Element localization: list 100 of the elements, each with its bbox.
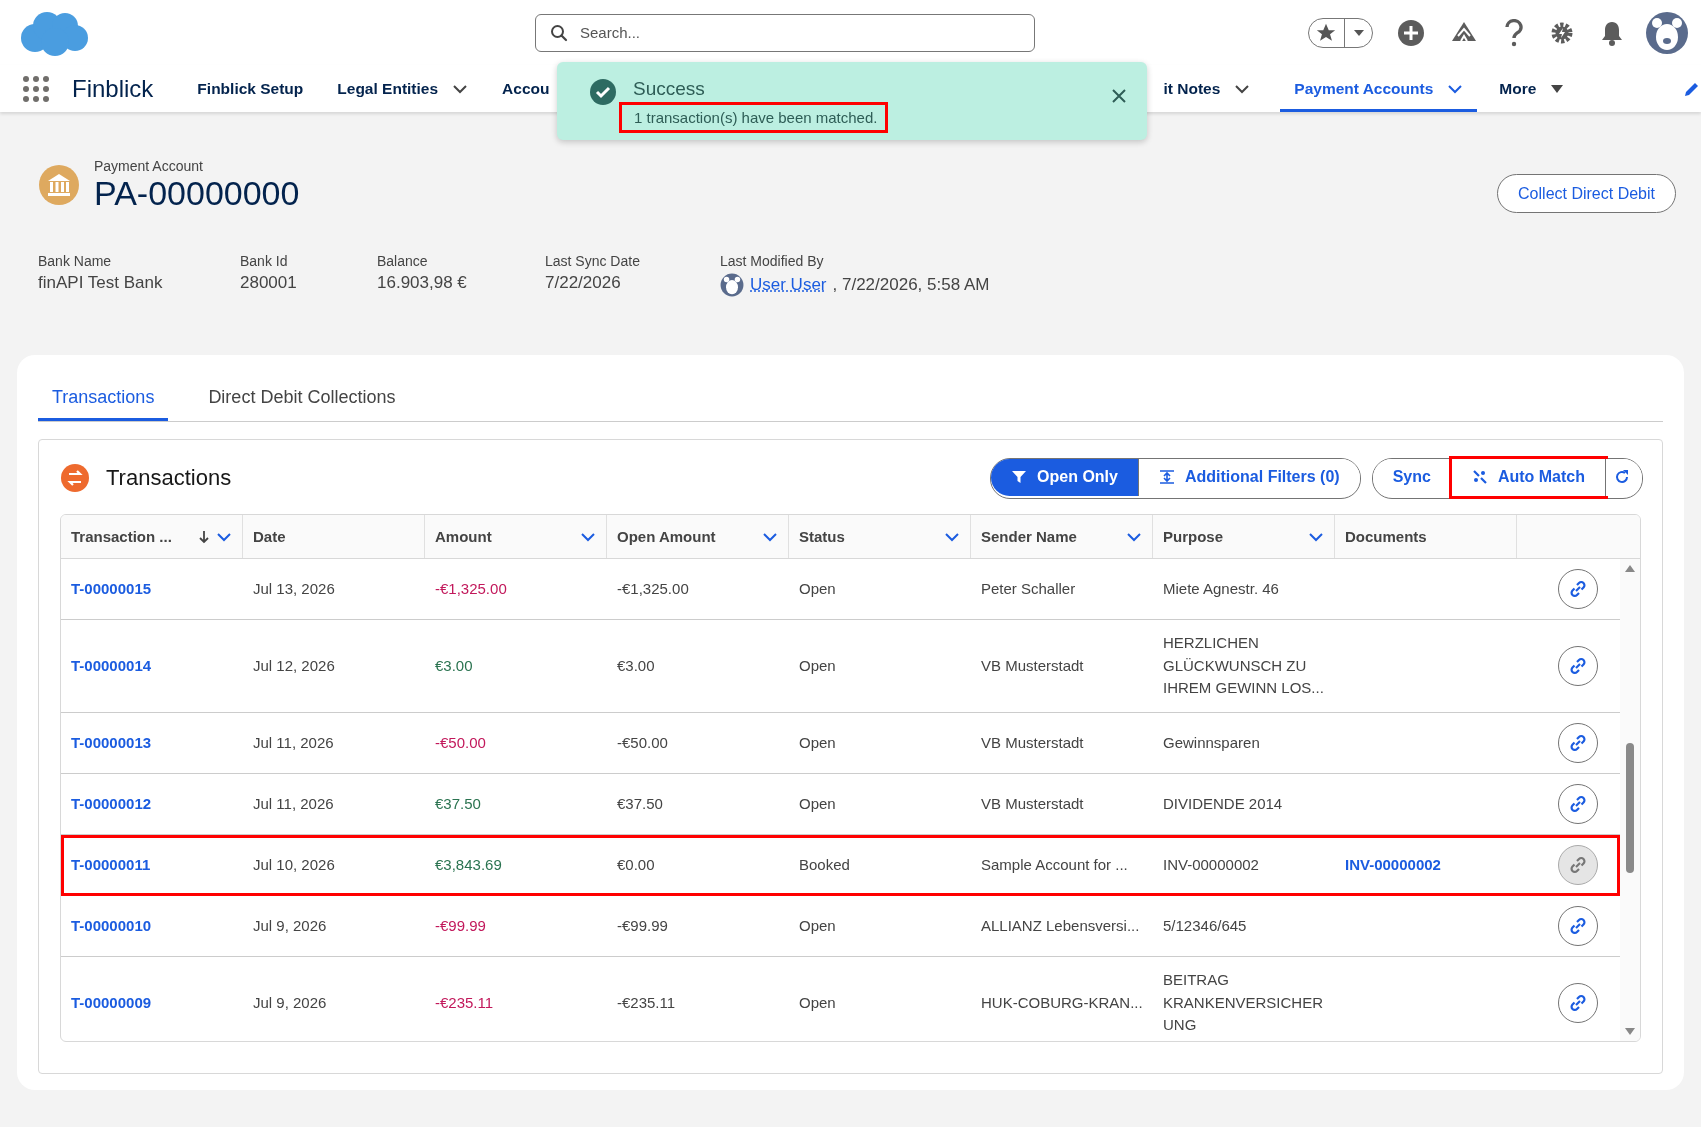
- chevron-down-icon: [452, 83, 469, 94]
- link-button[interactable]: [1558, 646, 1598, 686]
- table-cell: BEITRAG KRANKENVERSICHER UNG: [1163, 971, 1324, 1034]
- expand-icon: [1158, 469, 1175, 485]
- field-value: finAPI Test Bank: [38, 273, 164, 293]
- search-field[interactable]: Search...: [535, 13, 1035, 52]
- tab[interactable]: Direct Debit Collections: [194, 377, 410, 421]
- table-cell: ALLIANZ Lebensversi...: [981, 916, 1140, 934]
- field-value: 16.903,98 €: [377, 273, 468, 293]
- help-icon[interactable]: [1503, 18, 1525, 47]
- column-header[interactable]: Status: [789, 515, 971, 558]
- document-link[interactable]: INV-00000002: [1345, 855, 1441, 873]
- table-cell: Jul 9, 2026: [253, 916, 327, 934]
- table-cell: -€99.99: [435, 916, 486, 934]
- transaction-link[interactable]: T-00000011: [71, 855, 151, 873]
- link-icon: [1569, 994, 1587, 1012]
- bank-icon: [38, 164, 80, 206]
- transaction-link[interactable]: T-00000010: [71, 916, 152, 934]
- table-cell: Jul 9, 2026: [253, 993, 327, 1011]
- search-input[interactable]: Search...: [578, 23, 1020, 42]
- table-cell: Open: [799, 656, 836, 674]
- avatar-icon[interactable]: [1645, 10, 1689, 55]
- column-header[interactable]: Documents: [1335, 515, 1517, 558]
- caret-icon: [1550, 83, 1565, 94]
- nav-tab[interactable]: it Notes: [1159, 65, 1255, 112]
- chevron-down-icon[interactable]: [944, 531, 960, 542]
- table-cell: -€1,325.00: [435, 579, 507, 597]
- open-only-filter[interactable]: Open Only: [991, 458, 1139, 496]
- table-cell: DIVIDENDE 2014: [1163, 794, 1283, 812]
- chevron-down-icon[interactable]: [216, 531, 232, 542]
- link-button[interactable]: [1558, 723, 1598, 763]
- link-button[interactable]: [1558, 569, 1598, 609]
- modified-date: , 7/22/2026, 5:58 AM: [832, 275, 990, 295]
- chevron-down-icon: [1234, 83, 1251, 94]
- link-icon: [1569, 580, 1587, 598]
- chevron-down-icon[interactable]: [580, 531, 596, 542]
- table-cell: Gewinnsparen: [1163, 733, 1260, 751]
- record-type: Payment Account: [94, 158, 204, 174]
- column-header[interactable]: Date: [243, 515, 425, 558]
- refresh-icon: [1614, 469, 1630, 485]
- table-cell: Open: [799, 916, 836, 934]
- scrollbar-thumb[interactable]: [1626, 743, 1634, 873]
- transaction-link[interactable]: T-00000009: [71, 993, 152, 1011]
- chevron-down-icon[interactable]: [762, 531, 778, 542]
- chevron-down-icon[interactable]: [1126, 531, 1142, 542]
- table-cell: Jul 13, 2026: [253, 579, 335, 597]
- transaction-link[interactable]: T-00000015: [71, 579, 152, 597]
- panel-title: Transactions: [106, 465, 232, 491]
- field-label: Bank Id: [240, 253, 289, 269]
- app-name: Finblick: [72, 74, 154, 103]
- field-value: 7/22/2026: [545, 273, 622, 293]
- table-cell: €3.00: [617, 656, 655, 674]
- chevron-down-icon: [1447, 83, 1464, 94]
- field-value: 280001: [240, 273, 298, 293]
- transfer-icon: [60, 463, 90, 493]
- collect-direct-debit-button[interactable]: Collect Direct Debit: [1497, 174, 1676, 213]
- link-icon: [1569, 795, 1587, 813]
- column-header[interactable]: Sender Name: [971, 515, 1153, 558]
- table-cell: Jul 10, 2026: [253, 855, 335, 873]
- chevron-down-icon[interactable]: [1308, 531, 1324, 542]
- refresh-button[interactable]: [1605, 458, 1642, 496]
- table-cell: €37.50: [617, 794, 663, 812]
- plus-icon[interactable]: [1397, 18, 1425, 47]
- nav-tab[interactable]: More: [1495, 65, 1569, 112]
- link-button[interactable]: [1558, 983, 1598, 1023]
- column-header[interactable]: Transaction ...: [61, 515, 243, 558]
- transaction-link[interactable]: T-00000013: [71, 733, 152, 751]
- scroll-down-icon[interactable]: [1624, 1027, 1636, 1037]
- link-button[interactable]: [1558, 845, 1598, 885]
- table-cell: -€99.99: [617, 916, 668, 934]
- close-icon[interactable]: [1111, 88, 1127, 104]
- table-cell: Miete Agnestr. 46: [1163, 579, 1279, 597]
- toast-message: 1 transaction(s) have been matched.: [619, 102, 889, 133]
- table-cell: INV-00000002: [1163, 855, 1259, 873]
- link-icon: [1569, 917, 1587, 935]
- column-header[interactable]: Open Amount: [607, 515, 789, 558]
- caret-icon: [1352, 27, 1366, 38]
- app-launcher-icon[interactable]: [22, 74, 50, 103]
- nav-tab[interactable]: Payment Accounts: [1280, 65, 1478, 112]
- link-button[interactable]: [1558, 906, 1598, 946]
- link-button[interactable]: [1558, 784, 1598, 824]
- toast-title: Success: [633, 78, 706, 100]
- nav-tab[interactable]: Finblick Setup: [193, 65, 308, 112]
- column-header[interactable]: Amount: [425, 515, 607, 558]
- column-header[interactable]: Purpose: [1153, 515, 1335, 558]
- tab[interactable]: Transactions: [38, 377, 169, 421]
- table-cell: Open: [799, 579, 836, 597]
- auto-match-button[interactable]: Auto Match: [1451, 458, 1605, 496]
- table-cell: -€235.11: [435, 993, 494, 1011]
- field-label: Bank Name: [38, 253, 113, 269]
- user-link[interactable]: User User: [750, 275, 827, 295]
- table-cell: €37.50: [435, 794, 481, 812]
- nav-tab[interactable]: Legal Entities: [333, 65, 473, 112]
- nav-tab[interactable]: Accou: [498, 65, 554, 112]
- transaction-link[interactable]: T-00000014: [71, 656, 152, 674]
- transaction-link[interactable]: T-00000012: [71, 794, 152, 812]
- scroll-up-icon[interactable]: [1624, 563, 1636, 573]
- table-cell: VB Musterstadt: [981, 794, 1084, 812]
- field-label: Last Modified By: [720, 253, 825, 269]
- table-cell: Open: [799, 794, 836, 812]
